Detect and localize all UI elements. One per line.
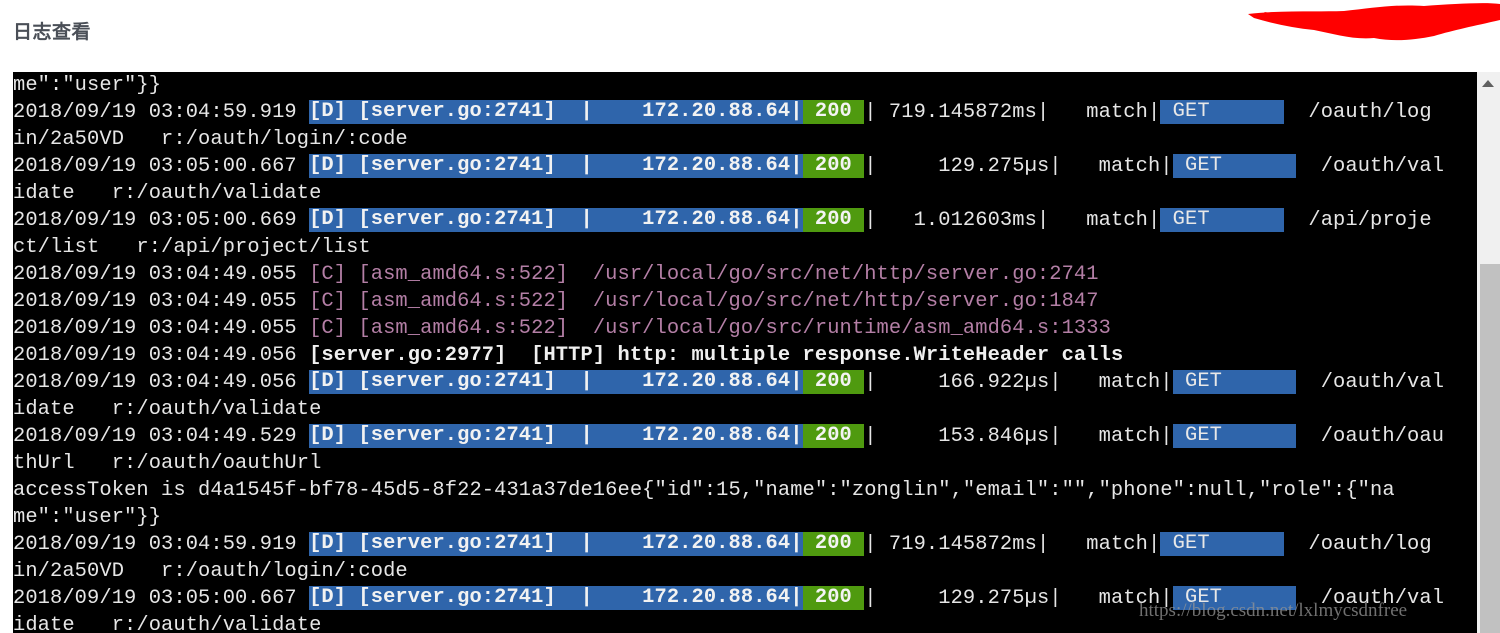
log-line: 2018/09/19 03:05:00.667 [D] [server.go:2… (13, 153, 1477, 180)
http-method-badge: GET (1160, 532, 1284, 556)
log-line: me":"user"}} (13, 72, 1477, 99)
page-title: 日志查看 (13, 21, 92, 43)
http-method-badge: GET (1172, 370, 1297, 394)
log-timestamp: 2018/09/19 03:04:59.919 (13, 101, 310, 124)
latency: | 153.846µs| match| (864, 425, 1173, 448)
latency: | 1.012603ms| match| (864, 209, 1161, 232)
http-method-badge: GET (1160, 208, 1284, 232)
status-badge: 200 (802, 208, 865, 232)
log-line: in/2a50VD r:/oauth/login/:code (13, 558, 1477, 585)
log-line: ct/list r:/api/project/list (13, 234, 1477, 261)
log-timestamp: 2018/09/19 03:05:00.667 (13, 155, 310, 178)
log-line: 2018/09/19 03:04:49.055 [C] [asm_amd64.s… (13, 315, 1477, 342)
log-timestamp: 2018/09/19 03:05:00.669 (13, 209, 310, 232)
critical-trace: [C] [asm_amd64.s:522] /usr/local/go/src/… (309, 290, 1099, 313)
http-method-badge: GET (1160, 100, 1284, 124)
log-text: idate r:/oauth/validate (13, 614, 322, 633)
log-text: idate r:/oauth/validate (13, 182, 322, 205)
log-line: 2018/09/19 03:04:49.055 [C] [asm_amd64.s… (13, 288, 1477, 315)
log-timestamp: 2018/09/19 03:05:00.667 (13, 587, 310, 610)
log-text: in/2a50VD r:/oauth/login/:code (13, 128, 408, 151)
log-text: thUrl r:/oauth/oauthUrl (13, 452, 322, 475)
latency: | 129.275µs| match| (864, 155, 1173, 178)
debug-tag: [D] [server.go:2741] | 172.20.88.64| (309, 586, 803, 610)
status-badge: 200 (802, 100, 865, 124)
log-timestamp: 2018/09/19 03:04:49.056 (13, 371, 310, 394)
log-line: 2018/09/19 03:04:49.056 [D] [server.go:2… (13, 369, 1477, 396)
status-badge: 200 (802, 532, 865, 556)
request-path: /oauth/log (1283, 101, 1432, 124)
watermark: https://blog.csdn.net/lxlmycsdnfree (1139, 600, 1408, 621)
log-line: 2018/09/19 03:04:49.056 [server.go:2977]… (13, 342, 1477, 369)
log-text: me":"user"}} (13, 74, 162, 97)
log-line: 2018/09/19 03:04:59.919 [D] [server.go:2… (13, 531, 1477, 558)
status-badge: 200 (802, 424, 865, 448)
log-timestamp: 2018/09/19 03:04:49.056 (13, 344, 310, 367)
log-text: idate r:/oauth/validate (13, 398, 322, 421)
status-badge: 200 (802, 370, 865, 394)
debug-tag: [D] [server.go:2741] | 172.20.88.64| (309, 154, 803, 178)
log-line: in/2a50VD r:/oauth/login/:code (13, 126, 1477, 153)
http-warning: [server.go:2977] [HTTP] http: multiple r… (309, 344, 1124, 367)
page-header: 日志查看 (0, 0, 1500, 72)
latency: | 719.145872ms| match| (864, 533, 1161, 556)
log-scrollbar[interactable] (1477, 72, 1500, 633)
log-line: idate r:/oauth/validate (13, 180, 1477, 207)
http-method-badge: GET (1172, 424, 1297, 448)
status-badge: 200 (802, 154, 865, 178)
latency: | 719.145872ms| match| (864, 101, 1161, 124)
log-text: me":"user"}} (13, 506, 162, 529)
log-line: 2018/09/19 03:04:49.055 [C] [asm_amd64.s… (13, 261, 1477, 288)
status-badge: 200 (802, 586, 865, 610)
log-line: thUrl r:/oauth/oauthUrl (13, 450, 1477, 477)
debug-tag: [D] [server.go:2741] | 172.20.88.64| (309, 532, 803, 556)
request-path: /api/proje (1283, 209, 1432, 232)
log-line: me":"user"}} (13, 504, 1477, 531)
log-timestamp: 2018/09/19 03:04:59.919 (13, 533, 310, 556)
latency: | 166.922µs| match| (864, 371, 1173, 394)
log-timestamp: 2018/09/19 03:04:49.055 (13, 317, 310, 340)
log-text: accessToken is d4a1545f-bf78-45d5-8f22-4… (13, 479, 1395, 502)
log-line: 2018/09/19 03:04:49.529 [D] [server.go:2… (13, 423, 1477, 450)
log-viewer[interactable]: me":"user"}} 2018/09/19 03:04:59.919 [D] … (13, 72, 1477, 633)
log-line: 2018/09/19 03:04:59.919 [D] [server.go:2… (13, 99, 1477, 126)
redaction-scribble (1248, 3, 1500, 41)
scroll-up-arrow-icon[interactable] (1482, 80, 1494, 87)
request-path: /oauth/oau (1296, 425, 1445, 448)
log-timestamp: 2018/09/19 03:04:49.055 (13, 263, 310, 286)
request-path: /oauth/val (1296, 155, 1445, 178)
critical-trace: [C] [asm_amd64.s:522] /usr/local/go/src/… (309, 317, 1111, 340)
latency: | 129.275µs| match| (864, 587, 1173, 610)
log-timestamp: 2018/09/19 03:04:49.055 (13, 290, 310, 313)
log-lines: me":"user"}} 2018/09/19 03:04:59.919 [D] … (13, 72, 1477, 633)
debug-tag: [D] [server.go:2741] | 172.20.88.64| (309, 370, 803, 394)
http-method-badge: GET (1172, 154, 1297, 178)
debug-tag: [D] [server.go:2741] | 172.20.88.64| (309, 100, 803, 124)
debug-tag: [D] [server.go:2741] | 172.20.88.64| (309, 208, 803, 232)
request-path: /oauth/log (1283, 533, 1432, 556)
log-text: in/2a50VD r:/oauth/login/:code (13, 560, 408, 583)
debug-tag: [D] [server.go:2741] | 172.20.88.64| (309, 424, 803, 448)
log-line: idate r:/oauth/validate (13, 396, 1477, 423)
log-line: accessToken is d4a1545f-bf78-45d5-8f22-4… (13, 477, 1477, 504)
log-timestamp: 2018/09/19 03:04:49.529 (13, 425, 310, 448)
request-path: /oauth/val (1296, 371, 1445, 394)
critical-trace: [C] [asm_amd64.s:522] /usr/local/go/src/… (309, 263, 1099, 286)
log-text: ct/list r:/api/project/list (13, 236, 371, 259)
log-line: 2018/09/19 03:05:00.669 [D] [server.go:2… (13, 207, 1477, 234)
scroll-thumb[interactable] (1480, 264, 1500, 633)
